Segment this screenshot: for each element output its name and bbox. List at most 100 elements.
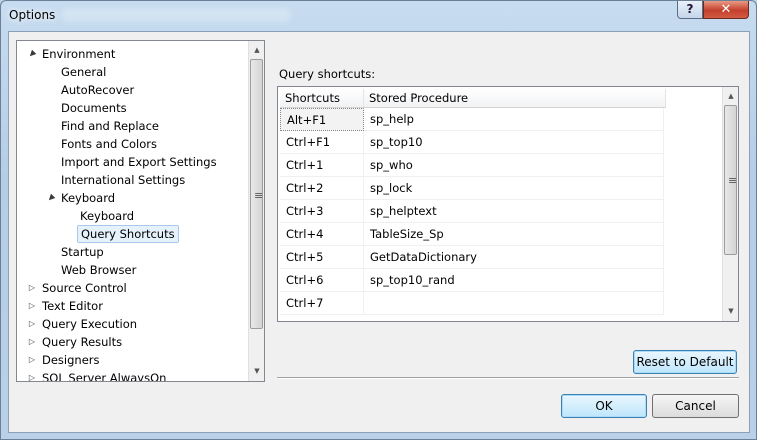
stored-procedure-cell[interactable]: sp_lock <box>364 177 664 200</box>
column-header-shortcuts[interactable]: Shortcuts <box>280 89 364 107</box>
grid-header: Shortcuts Stored Procedure <box>280 89 666 108</box>
dialog-separator <box>277 377 739 379</box>
options-tree[interactable]: ▲ Environment General AutoRecover Documents F… <box>16 40 265 382</box>
expand-arrow-icon[interactable]: ▷ <box>27 369 37 381</box>
shortcut-cell[interactable]: Ctrl+2 <box>280 177 364 200</box>
tree-item[interactable]: ▲ Environment <box>17 45 245 63</box>
grid-row[interactable]: Ctrl+F1 sp_top10 <box>280 131 664 154</box>
tree-item[interactable]: Find and Replace <box>17 117 245 135</box>
collapse-arrow-icon[interactable] <box>46 243 56 261</box>
expand-arrow-icon[interactable]: ▷ <box>27 333 37 351</box>
expand-arrow-icon[interactable]: ▷ <box>27 351 37 369</box>
tree-scroll-down-icon[interactable]: ▼ <box>249 363 264 379</box>
shortcut-cell[interactable]: Ctrl+4 <box>280 223 364 246</box>
shortcut-cell[interactable]: Ctrl+3 <box>280 200 364 223</box>
grid-row[interactable]: Ctrl+3 sp_helptext <box>280 200 664 223</box>
tree-item-label: AutoRecover <box>61 83 135 97</box>
collapse-arrow-icon[interactable] <box>46 261 56 279</box>
ok-button[interactable]: OK <box>561 394 647 418</box>
stored-procedure-cell[interactable]: sp_helptext <box>364 200 664 223</box>
tree-item[interactable]: Startup <box>17 243 245 261</box>
tree-item[interactable]: Fonts and Colors <box>17 135 245 153</box>
tree-item-label: International Settings <box>61 173 186 187</box>
collapse-arrow-icon[interactable] <box>46 99 56 117</box>
tree-item-label: Keyboard <box>80 209 135 223</box>
grip-icon: ≡ <box>254 189 264 202</box>
tree-item[interactable]: ▷ Designers <box>17 351 245 369</box>
collapse-arrow-icon[interactable] <box>46 153 56 171</box>
tree-item-label: Documents <box>61 101 127 115</box>
collapse-arrow-icon[interactable] <box>46 171 56 189</box>
grid-scroll-down-icon[interactable]: ▼ <box>723 303 738 319</box>
grip-icon: ≡ <box>728 174 738 187</box>
tree-scrollbar[interactable]: ▲ ≡ ▼ <box>248 41 264 381</box>
tree-item[interactable]: ▲ Keyboard <box>17 189 245 207</box>
collapse-arrow-icon[interactable] <box>46 117 56 135</box>
shortcut-cell[interactable]: Ctrl+F1 <box>280 131 364 154</box>
collapse-arrow-icon[interactable] <box>46 63 56 81</box>
stored-procedure-cell[interactable]: sp_top10_rand <box>364 269 664 292</box>
grid-row[interactable]: Ctrl+5 GetDataDictionary <box>280 246 664 269</box>
tree-scroll-thumb[interactable]: ≡ <box>250 59 263 329</box>
tree-item[interactable]: Query Shortcuts <box>17 225 245 243</box>
expand-arrow-icon[interactable]: ▷ <box>27 279 37 297</box>
close-button[interactable]: ✕ <box>703 1 749 19</box>
tree-item[interactable]: Keyboard <box>17 207 245 225</box>
shortcut-cell[interactable]: Ctrl+5 <box>280 246 364 269</box>
tree-item[interactable]: ▷ SQL Server AlwaysOn <box>17 369 245 381</box>
tree-item-label: Find and Replace <box>61 119 159 133</box>
cancel-button[interactable]: Cancel <box>652 394 739 418</box>
tree-item[interactable]: Documents <box>17 99 245 117</box>
shortcut-cell[interactable]: Ctrl+7 <box>280 292 364 315</box>
collapse-arrow-icon[interactable] <box>46 81 56 99</box>
tree-item-label: Import and Export Settings <box>61 155 217 169</box>
window-title: Options <box>9 8 56 22</box>
column-header-stored-procedure[interactable]: Stored Procedure <box>364 89 666 107</box>
tree-item[interactable]: AutoRecover <box>17 81 245 99</box>
tree-item[interactable]: ▷ Query Execution <box>17 315 245 333</box>
expand-arrow-icon[interactable]: ▷ <box>27 297 37 315</box>
grid-row[interactable]: Ctrl+4 TableSize_Sp <box>280 223 664 246</box>
stored-procedure-cell[interactable]: sp_top10 <box>364 131 664 154</box>
tree-item-label: Environment <box>42 47 116 61</box>
tree-item-label: Query Shortcuts <box>77 225 179 243</box>
collapse-arrow-icon[interactable] <box>46 135 56 153</box>
grid-scroll-thumb[interactable]: ≡ <box>724 105 737 255</box>
query-shortcuts-grid[interactable]: Shortcuts Stored Procedure Alt+F1 sp_help… <box>277 86 739 322</box>
shortcut-cell[interactable]: Ctrl+6 <box>280 269 364 292</box>
tree-item-label: Fonts and Colors <box>61 137 157 151</box>
stored-procedure-cell[interactable]: GetDataDictionary <box>364 246 664 269</box>
grid-row[interactable]: Ctrl+1 sp_who <box>280 154 664 177</box>
reset-to-default-button[interactable]: Reset to Default <box>633 350 737 374</box>
grid-row[interactable]: Alt+F1 sp_help <box>280 108 664 131</box>
options-dialog: Options ? ✕ ▲ Environment General AutoRecov… <box>0 0 757 440</box>
grid-row[interactable]: Ctrl+7 <box>280 292 664 315</box>
grid-scroll-up-icon[interactable]: ▲ <box>723 88 738 104</box>
tree-item-label: Designers <box>42 353 100 367</box>
shortcut-cell[interactable]: Alt+F1 <box>280 108 364 131</box>
tree-scroll-up-icon[interactable]: ▲ <box>249 42 264 58</box>
title-bar[interactable]: Options ? ✕ <box>1 1 757 31</box>
tree-item-label: General <box>61 65 107 79</box>
stored-procedure-cell[interactable] <box>364 292 664 315</box>
tree-item[interactable]: Web Browser <box>17 261 245 279</box>
stored-procedure-cell[interactable]: TableSize_Sp <box>364 223 664 246</box>
grid-row[interactable]: Ctrl+6 sp_top10_rand <box>280 269 664 292</box>
tree-item[interactable]: International Settings <box>17 171 245 189</box>
stored-procedure-cell[interactable]: sp_who <box>364 154 664 177</box>
tree-item-label: Source Control <box>42 281 127 295</box>
tree-item[interactable]: ▷ Query Results <box>17 333 245 351</box>
grid-scrollbar[interactable]: ▲ ≡ ▼ <box>722 87 738 321</box>
collapse-arrow-icon[interactable] <box>65 207 75 225</box>
tree-item[interactable]: General <box>17 63 245 81</box>
tree-item-label: Keyboard <box>61 191 116 205</box>
grid-row[interactable]: Ctrl+2 sp_lock <box>280 177 664 200</box>
tree-item[interactable]: ▷ Source Control <box>17 279 245 297</box>
shortcut-cell[interactable]: Ctrl+1 <box>280 154 364 177</box>
tree-item[interactable]: ▷ Text Editor <box>17 297 245 315</box>
collapse-arrow-icon[interactable] <box>65 225 75 243</box>
stored-procedure-cell[interactable]: sp_help <box>364 108 664 131</box>
tree-item[interactable]: Import and Export Settings <box>17 153 245 171</box>
expand-arrow-icon[interactable]: ▷ <box>27 315 37 333</box>
help-button[interactable]: ? <box>677 1 703 19</box>
